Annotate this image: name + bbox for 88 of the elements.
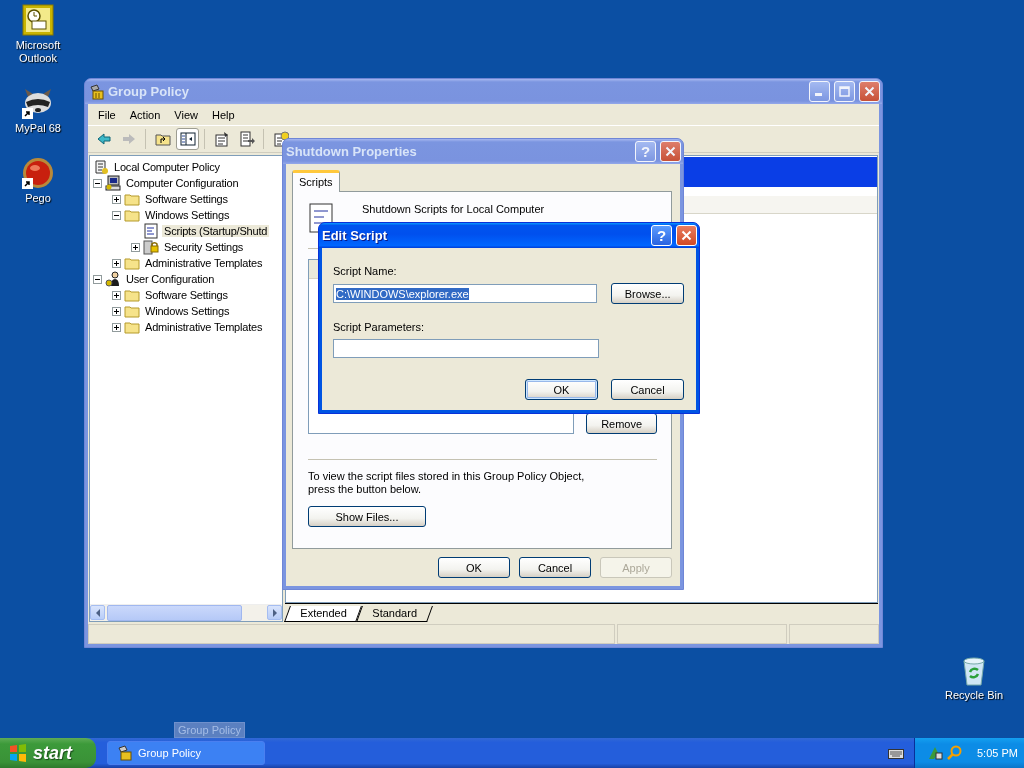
computer-icon — [105, 175, 121, 191]
horizontal-scrollbar[interactable] — [90, 604, 282, 621]
input-field[interactable] — [333, 339, 599, 358]
view-tab[interactable]: Standard — [356, 606, 434, 622]
tree-item[interactable]: Security Settings — [162, 241, 246, 253]
right-arrow-icon[interactable] — [271, 608, 278, 617]
clock: 5:05 PM — [977, 747, 1018, 759]
tree-item[interactable]: Software Settings — [143, 193, 230, 205]
folder-icon — [124, 207, 140, 223]
tree-item[interactable]: Software Settings — [143, 289, 230, 301]
help-text: To view the script files stored in this Group Policy Object, press the button below. — [308, 470, 586, 496]
left-arrow-icon[interactable] — [94, 608, 101, 617]
dialog-heading: Shutdown Scripts for Local Computer — [362, 203, 545, 216]
maximize-button[interactable] — [834, 81, 855, 102]
close-icon — [665, 146, 676, 157]
tree-item[interactable]: Windows Settings — [143, 305, 232, 317]
collapse-icon[interactable] — [93, 178, 102, 188]
taskbar-button[interactable]: Group Policy — [107, 741, 265, 765]
tree-item[interactable]: Scripts (Startup/Shutd — [162, 225, 270, 237]
policy-icon — [88, 83, 104, 100]
scroll-icon — [93, 159, 109, 175]
collapse-icon[interactable] — [93, 274, 102, 284]
envelope-clock-icon[interactable] — [22, 4, 54, 36]
forward-arrow-icon — [120, 131, 137, 147]
toolbar-button[interactable] — [176, 128, 199, 150]
close-icon — [864, 86, 875, 97]
folder-up-icon — [154, 131, 171, 147]
tooltip: Group Policy — [174, 722, 245, 738]
script-icon — [143, 223, 159, 239]
tree-item[interactable]: Administrative Templates — [143, 257, 265, 269]
policy-icon — [116, 745, 132, 761]
tree-item[interactable]: Administrative Templates — [143, 321, 265, 333]
expand-icon[interactable] — [112, 194, 121, 204]
keyboard-icon[interactable] — [888, 747, 904, 759]
desktop-icon-label[interactable]: Pego — [3, 192, 73, 205]
folder-icon — [124, 191, 140, 207]
minimize-button[interactable] — [809, 81, 830, 102]
maximize-icon — [839, 86, 850, 97]
folder-icon — [124, 255, 140, 271]
dialog-tab[interactable]: Scripts — [292, 170, 340, 192]
back-arrow-icon — [95, 131, 112, 147]
dialog-button[interactable]: OK — [525, 379, 598, 400]
input-field[interactable]: C:\WINDOWS\explorer.exe — [333, 284, 598, 303]
desktop-icon-label[interactable]: Microsoft Outlook — [3, 39, 73, 65]
tree-item[interactable]: Windows Settings — [143, 209, 232, 221]
collapse-icon[interactable] — [112, 210, 121, 220]
window-title: Edit Script — [322, 228, 388, 243]
tree-item[interactable]: Computer Configuration — [124, 177, 241, 189]
start-button[interactable]: start — [0, 738, 96, 768]
expand-icon[interactable] — [112, 322, 121, 332]
padlock-icon — [143, 239, 159, 255]
folder-icon — [124, 303, 140, 319]
export-list-icon — [238, 131, 255, 147]
close-button[interactable] — [676, 225, 697, 246]
desktop-icon-label[interactable]: Recycle Bin — [939, 689, 1009, 702]
close-icon — [681, 230, 692, 241]
tree-item[interactable]: Local Computer Policy — [112, 161, 222, 173]
dialog-button[interactable]: OK — [438, 557, 510, 578]
field-label: Script Parameters: — [333, 321, 426, 333]
view-tab[interactable]: Extended — [284, 606, 363, 622]
window-title: Group Policy — [108, 84, 190, 99]
window-title: Shutdown Properties — [286, 144, 418, 159]
remove-button[interactable]: Remove — [586, 413, 657, 434]
show-files-button[interactable]: Show Files... — [308, 506, 426, 527]
network-icon[interactable] — [927, 745, 943, 761]
dialog-button[interactable]: Cancel — [519, 557, 591, 578]
user-icon — [105, 271, 121, 287]
folder-icon — [124, 287, 140, 303]
tree-item[interactable]: User Configuration — [124, 273, 217, 285]
expand-icon[interactable] — [112, 290, 121, 300]
expand-icon[interactable] — [112, 306, 121, 316]
field-label: Script Name: — [333, 265, 398, 277]
dialog-button[interactable]: Cancel — [611, 379, 684, 400]
help-button[interactable]: ? — [651, 225, 672, 246]
windows-flag-icon — [8, 743, 28, 763]
browse-button[interactable]: Browse... — [611, 283, 684, 304]
menu-item[interactable]: Action — [122, 108, 168, 121]
desktop-icon-label[interactable]: MyPal 68 — [3, 122, 73, 135]
menu-item[interactable]: Help — [204, 108, 242, 121]
menu-item[interactable]: File — [91, 108, 123, 121]
folder-icon — [124, 319, 140, 335]
menu-item[interactable]: View — [167, 108, 205, 121]
properties-icon — [213, 131, 230, 147]
tree-pane-icon — [179, 131, 196, 147]
close-button[interactable] — [660, 141, 681, 162]
close-button[interactable] — [859, 81, 880, 102]
expand-icon[interactable] — [131, 242, 140, 252]
expand-icon[interactable] — [112, 258, 121, 268]
